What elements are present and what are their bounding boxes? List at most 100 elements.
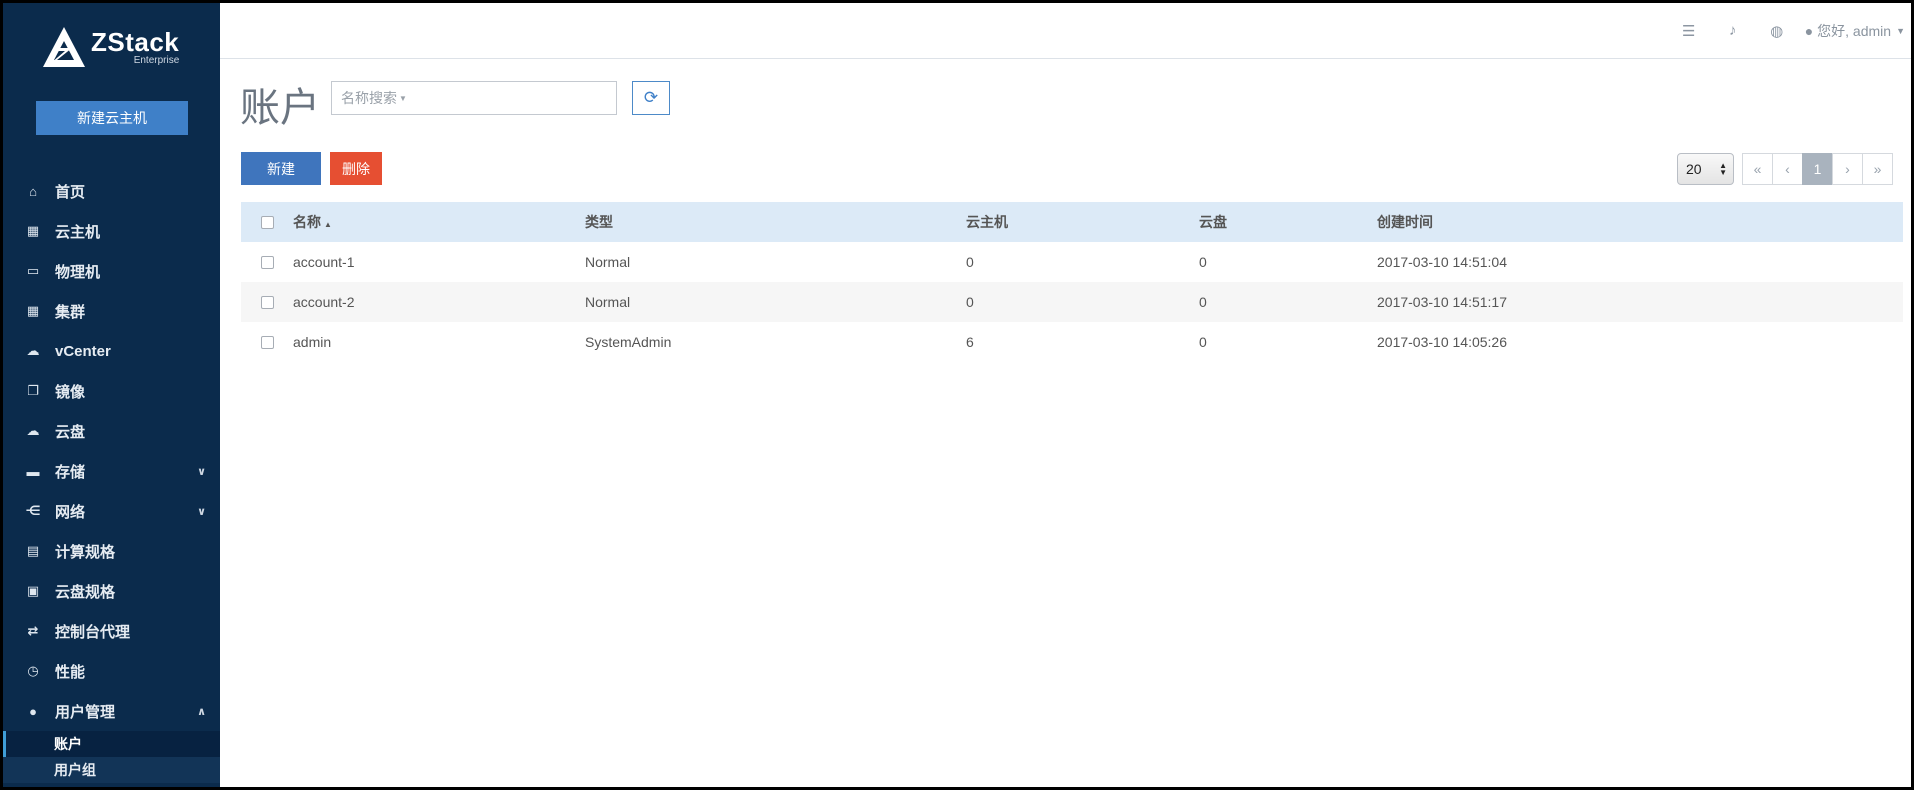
sidebar-item-performance[interactable]: ◷ 性能 — [3, 651, 220, 691]
main-content: 账户 名称搜索 ▼ ⟳ 新建 删除 20 ▲ ▼ « ‹ 1 › » 名称 ▲ 类型… — [220, 59, 1911, 787]
pager-last[interactable]: » — [1862, 153, 1893, 185]
sidebar-item-label: vCenter — [55, 342, 111, 360]
calculator-icon: ▤ — [26, 543, 40, 558]
user-menu[interactable]: ● 您好, admin ▼ — [1805, 21, 1905, 41]
column-header-created[interactable]: 创建时间 — [1377, 212, 1903, 232]
column-header-name[interactable]: 名称 ▲ — [293, 212, 585, 232]
column-header-type[interactable]: 类型 — [585, 212, 966, 232]
sidebar-item-home[interactable]: ⌂ 首页 — [3, 171, 220, 211]
sidebar-item-label: 网络 — [55, 503, 86, 521]
sidebar-item-label: 控制台代理 — [55, 623, 131, 641]
brand-logo[interactable]: ZStack Enterprise — [43, 27, 179, 67]
pager-prev[interactable]: ‹ — [1772, 153, 1803, 185]
cell-vm: 0 — [966, 254, 974, 270]
accounts-table: 名称 ▲ 类型 云主机 云盘 创建时间 account-1 Normal 0 0 … — [241, 202, 1903, 362]
list-icon[interactable]: ☰ — [1667, 22, 1711, 40]
search-input[interactable]: 名称搜索 ▼ — [331, 81, 617, 115]
cell-type: Normal — [585, 294, 631, 310]
pagination: « ‹ 1 › » — [1742, 153, 1893, 185]
sidebar-item-host[interactable]: ▭ 物理机 — [3, 251, 220, 291]
cell-vm: 6 — [966, 334, 974, 350]
cell-name[interactable]: admin — [293, 334, 585, 350]
refresh-icon: ⟳ — [643, 88, 659, 107]
storage-icon: ▬ — [26, 463, 40, 479]
sidebar-nav: ⌂ 首页 ▦ 云主机 ▭ 物理机 ▦ 集群 ☁ vCenter ❐ 镜像 ☁ 云… — [3, 171, 220, 783]
home-icon: ⌂ — [29, 183, 37, 199]
sidebar-item-instance-offering[interactable]: ▤ 计算规格 — [3, 531, 220, 571]
bell-icon[interactable]: ♪ — [1711, 22, 1755, 39]
user-icon: ● — [29, 703, 37, 719]
caret-down-icon: ▼ — [1896, 25, 1905, 36]
sidebar-item-label: 云盘规格 — [55, 583, 116, 601]
brand-name: ZStack — [91, 26, 180, 57]
cell-created: 2017-03-10 14:05:26 — [1377, 334, 1507, 350]
pager-next[interactable]: › — [1832, 153, 1863, 185]
sidebar-item-label: 存储 — [55, 463, 86, 481]
sidebar-item-image[interactable]: ❐ 镜像 — [3, 371, 220, 411]
sidebar-item-storage[interactable]: ▬ 存储 ∨ — [3, 451, 220, 491]
sidebar-item-network[interactable]: ⋲ 网络 ∨ — [3, 491, 220, 531]
sidebar-item-vcenter[interactable]: ☁ vCenter — [3, 331, 220, 371]
cell-created: 2017-03-10 14:51:04 — [1377, 254, 1507, 270]
sidebar-subitem-user-group[interactable]: 用户组 — [3, 757, 220, 783]
sidebar-item-volume[interactable]: ☁ 云盘 — [3, 411, 220, 451]
brand-edition: Enterprise — [133, 54, 180, 66]
cell-type: SystemAdmin — [585, 334, 672, 350]
sort-asc-icon: ▲ — [324, 220, 332, 229]
sidebar-item-label: 物理机 — [55, 263, 101, 281]
globe-icon[interactable]: ◍ — [1755, 22, 1799, 40]
sidebar-item-label: 用户管理 — [55, 703, 116, 721]
refresh-button[interactable]: ⟳ — [632, 81, 670, 115]
column-header-disk[interactable]: 云盘 — [1199, 212, 1377, 232]
sidebar-item-label: 首页 — [55, 183, 86, 201]
new-vm-button[interactable]: 新建云主机 — [36, 101, 188, 135]
create-button[interactable]: 新建 — [241, 152, 321, 185]
sidebar-item-disk-offering[interactable]: ▣ 云盘规格 — [3, 571, 220, 611]
cell-name[interactable]: account-1 — [293, 254, 585, 270]
page-size-select[interactable]: 20 ▲ ▼ — [1677, 153, 1734, 185]
monitor-icon: ▭ — [26, 263, 40, 278]
grid-icon: ▦ — [26, 223, 40, 238]
table-row[interactable]: admin SystemAdmin 6 0 2017-03-10 14:05:2… — [241, 322, 1903, 362]
image-icon: ❐ — [27, 383, 39, 398]
sidebar-item-vm[interactable]: ▦ 云主机 — [3, 211, 220, 251]
row-checkbox[interactable] — [260, 255, 274, 269]
sidebar-item-label: 性能 — [55, 663, 86, 681]
page-title: 账户 — [240, 86, 320, 130]
column-header-vm[interactable]: 云主机 — [966, 212, 1199, 232]
chevron-down-icon[interactable]: ∨ — [197, 505, 206, 518]
sidebar-subitem-account[interactable]: 账户 — [3, 731, 220, 757]
network-icon: ⋲ — [25, 503, 41, 518]
delete-button[interactable]: 删除 — [330, 152, 382, 185]
row-checkbox[interactable] — [260, 335, 274, 349]
sidebar-item-label: 计算规格 — [55, 543, 116, 561]
sidebar-item-console-proxy[interactable]: ⇄ 控制台代理 — [3, 611, 220, 651]
sidebar-item-label: 云主机 — [55, 223, 101, 241]
sidebar: ZStack Enterprise 新建云主机 ⌂ 首页 ▦ 云主机 ▭ 物理机… — [3, 3, 220, 787]
cell-name[interactable]: account-2 — [293, 294, 585, 310]
sidebar-item-cluster[interactable]: ▦ 集群 — [3, 291, 220, 331]
select-all-checkbox[interactable] — [260, 215, 274, 229]
table-row[interactable]: account-2 Normal 0 0 2017-03-10 14:51:17 — [241, 282, 1903, 322]
cell-disk: 0 — [1199, 334, 1207, 350]
sidebar-item-user-management[interactable]: ● 用户管理 ∧ — [3, 691, 220, 731]
disk-offering-icon: ▣ — [26, 583, 40, 598]
row-checkbox[interactable] — [260, 295, 274, 309]
updown-arrows-icon: ▲ ▼ — [1719, 161, 1727, 177]
cluster-icon: ▦ — [26, 303, 40, 318]
cell-type: Normal — [585, 254, 631, 270]
pager-current[interactable]: 1 — [1802, 153, 1833, 185]
zstack-logo-icon — [43, 27, 85, 67]
user-icon: ● — [1804, 22, 1814, 39]
search-placeholder: 名称搜索 — [341, 90, 397, 106]
pager-first[interactable]: « — [1742, 153, 1773, 185]
chevron-down-icon[interactable]: ∨ — [197, 465, 206, 478]
top-bar: ☰ ♪ ◍ ● 您好, admin ▼ — [220, 3, 1911, 59]
sidebar-item-label: 集群 — [55, 303, 86, 321]
clock-icon: ◷ — [27, 663, 39, 678]
page-size-value: 20 — [1686, 161, 1702, 177]
chevron-up-icon[interactable]: ∧ — [197, 705, 206, 718]
caret-down-icon[interactable]: ▼ — [399, 94, 407, 103]
user-greeting: 您好, admin — [1817, 22, 1892, 39]
table-row[interactable]: account-1 Normal 0 0 2017-03-10 14:51:04 — [241, 242, 1903, 282]
